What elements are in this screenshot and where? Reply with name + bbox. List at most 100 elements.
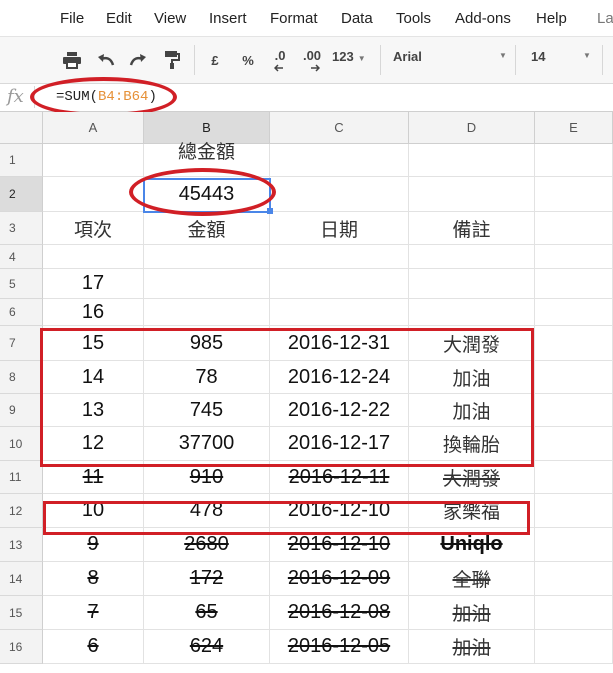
cell-b8[interactable]: 78 [144,361,270,394]
row-header[interactable]: 7 [0,326,43,361]
redo-button[interactable] [126,48,150,72]
cell-c6[interactable] [270,299,409,326]
cell-e11[interactable] [535,461,613,494]
cell-b12[interactable]: 478 [144,494,270,528]
font-family-dropdown[interactable]: Arial ▼ [393,49,507,64]
cell-c5[interactable] [270,269,409,299]
column-header-d[interactable]: D [409,112,535,144]
cell-d2[interactable] [409,177,535,212]
cell-c14[interactable]: 2016-12-09 [270,562,409,596]
cell-b9[interactable]: 745 [144,394,270,427]
cell-d15[interactable]: 加油 [409,596,535,630]
cell-d9[interactable]: 加油 [409,394,535,427]
cell-b13[interactable]: 2680 [144,528,270,562]
cell-b10[interactable]: 37700 [144,427,270,461]
cell-a16[interactable]: 6 [43,630,144,664]
row-header[interactable]: 4 [0,245,43,269]
menu-help[interactable]: Help [536,10,567,27]
cell-b2[interactable]: 45443 [144,177,270,212]
row-header[interactable]: 12 [0,494,43,528]
cell-d6[interactable] [409,299,535,326]
cell-e7[interactable] [535,326,613,361]
cell-e9[interactable] [535,394,613,427]
undo-button[interactable] [94,48,118,72]
cell-c8[interactable]: 2016-12-24 [270,361,409,394]
cell-c13[interactable]: 2016-12-10 [270,528,409,562]
cell-e10[interactable] [535,427,613,461]
cell-d7[interactable]: 大潤發 [409,326,535,361]
cell-a12[interactable]: 10 [43,494,144,528]
cell-b11[interactable]: 910 [144,461,270,494]
fill-handle[interactable] [267,208,273,214]
cell-c7[interactable]: 2016-12-31 [270,326,409,361]
cell-d1[interactable] [409,144,535,177]
row-header[interactable]: 6 [0,299,43,326]
more-formats-dropdown[interactable]: 123 ▼ [332,49,366,64]
menu-insert[interactable]: Insert [209,10,247,27]
cell-c16[interactable]: 2016-12-05 [270,630,409,664]
cell-e4[interactable] [535,245,613,269]
row-header[interactable]: 14 [0,562,43,596]
select-all-corner[interactable] [0,112,43,144]
font-size-dropdown[interactable]: 14 ▼ [531,49,591,64]
cell-b14[interactable]: 172 [144,562,270,596]
menu-file[interactable]: File [60,10,84,27]
cell-e2[interactable] [535,177,613,212]
cell-d13[interactable]: Uniqlo [409,528,535,562]
cell-c1[interactable] [270,144,409,177]
menu-addons[interactable]: Add-ons [455,10,511,27]
cell-a8[interactable]: 14 [43,361,144,394]
cell-c9[interactable]: 2016-12-22 [270,394,409,427]
currency-format-button[interactable]: £ [206,48,224,72]
cell-d14[interactable]: 全聯 [409,562,535,596]
cell-e16[interactable] [535,630,613,664]
cell-b6[interactable] [144,299,270,326]
row-header[interactable]: 13 [0,528,43,562]
cell-b7[interactable]: 985 [144,326,270,361]
print-button[interactable] [60,48,84,72]
cell-d8[interactable]: 加油 [409,361,535,394]
cell-e14[interactable] [535,562,613,596]
column-header-c[interactable]: C [270,112,409,144]
row-header[interactable]: 3 [0,212,43,245]
cell-c3[interactable]: 日期 [270,212,409,245]
cell-a15[interactable]: 7 [43,596,144,630]
menu-view[interactable]: View [154,10,186,27]
decrease-decimal-button[interactable]: .0 [268,48,292,72]
cell-e15[interactable] [535,596,613,630]
cell-a14[interactable]: 8 [43,562,144,596]
cell-d11[interactable]: 大潤發 [409,461,535,494]
paint-format-button[interactable] [160,48,184,72]
cell-c4[interactable] [270,245,409,269]
increase-decimal-button[interactable]: .00 [298,48,326,72]
cell-d16[interactable]: 加油 [409,630,535,664]
cell-a11[interactable]: 11 [43,461,144,494]
cell-a6[interactable]: 16 [43,299,144,326]
row-header[interactable]: 16 [0,630,43,664]
cell-b1[interactable]: 總金額 [144,141,270,177]
cell-e3[interactable] [535,212,613,245]
formula-input[interactable]: =SUM(B4:B64) [56,89,157,105]
cell-e13[interactable] [535,528,613,562]
menu-format[interactable]: Format [270,10,318,27]
cell-e12[interactable] [535,494,613,528]
row-header[interactable]: 8 [0,361,43,394]
cell-d10[interactable]: 換輪胎 [409,427,535,461]
cell-a7[interactable]: 15 [43,326,144,361]
cell-d5[interactable] [409,269,535,299]
cell-e8[interactable] [535,361,613,394]
cell-c2[interactable] [270,177,409,212]
menu-edit[interactable]: Edit [106,10,132,27]
cell-d4[interactable] [409,245,535,269]
row-header[interactable]: 2 [0,177,43,212]
cell-d12[interactable]: 家樂福 [409,494,535,528]
cell-a2[interactable] [43,177,144,212]
cell-a1[interactable] [43,144,144,177]
cell-a9[interactable]: 13 [43,394,144,427]
menu-tools[interactable]: Tools [396,10,431,27]
cell-a5[interactable]: 17 [43,269,144,299]
menu-last-updated[interactable]: La [597,10,613,27]
row-header[interactable]: 1 [0,144,43,177]
cell-c10[interactable]: 2016-12-17 [270,427,409,461]
cell-c15[interactable]: 2016-12-08 [270,596,409,630]
